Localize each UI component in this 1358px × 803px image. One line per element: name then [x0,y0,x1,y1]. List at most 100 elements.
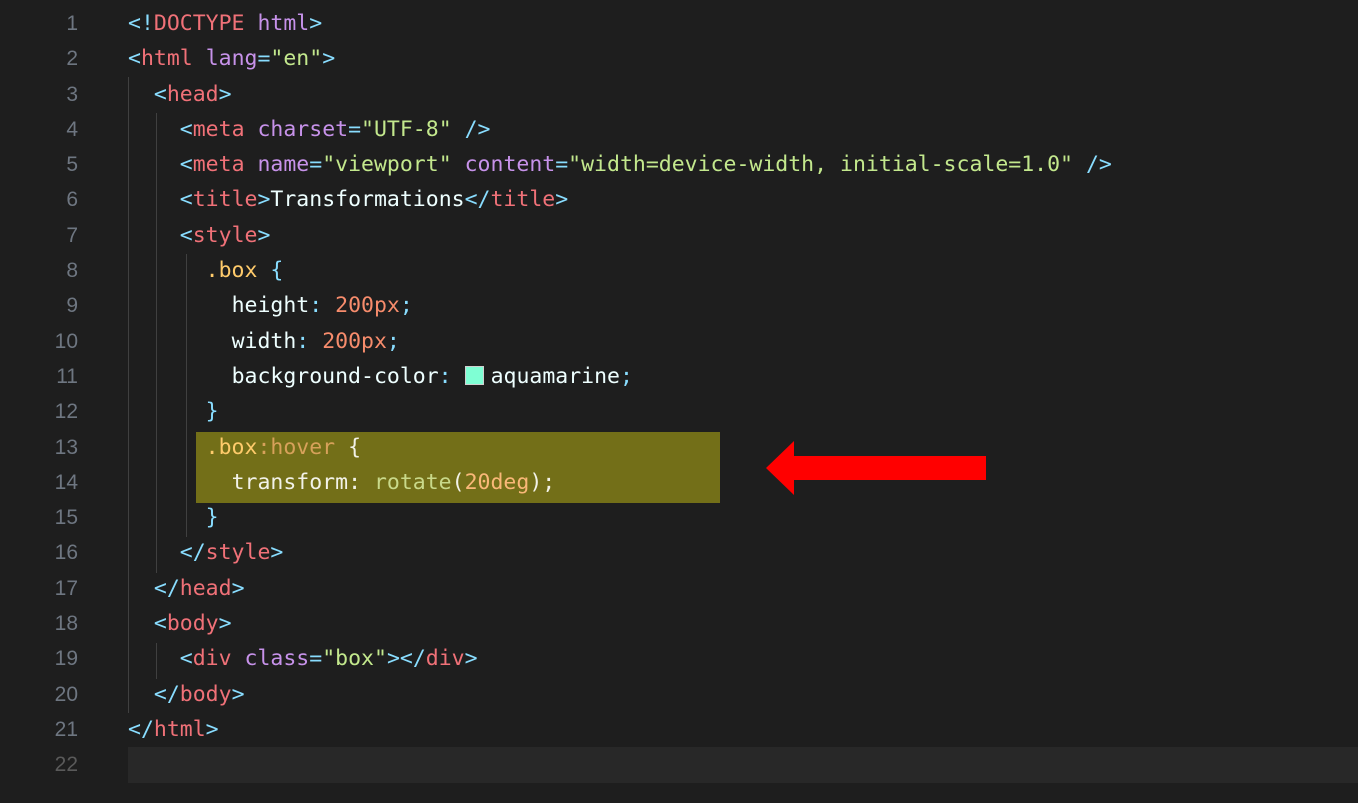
token: div [425,646,465,672]
line-number: 9 [66,294,78,318]
token: body [166,611,219,637]
token: "width=device-width, initial-scale=1.0" [568,152,1073,178]
token: html [140,46,193,72]
token: ) [529,469,543,495]
line-number: 14 [54,470,78,494]
token: "box" [322,646,387,672]
code-line: width: 200px; [128,324,1358,359]
code-line: .box { [128,253,1358,288]
line-number: 18 [54,612,78,636]
token: : [348,469,374,495]
token: meta [192,152,245,178]
token: head [179,575,232,601]
token: <! [128,11,154,36]
line-number: 10 [54,329,78,353]
token: > [386,646,400,672]
token: title [192,187,258,213]
token: = [555,152,569,178]
token: class [244,646,310,672]
code-editor[interactable]: 1 2 3 4 5 6 7 8 9 10 11 12 13 14 15 16 1… [0,0,1358,803]
line-number: 22 [54,753,78,777]
token: } [205,505,219,531]
code-line: <meta charset="UTF-8" /> [128,112,1358,147]
token: title [490,187,556,213]
token: height [231,293,310,319]
token: ( [451,469,465,495]
token: </ [153,681,180,707]
code-area[interactable]: <!DOCTYPE html> <html lang="en"> <head> … [128,6,1358,783]
line-number: 5 [66,153,78,177]
token: .box [205,258,258,284]
code-line: .box:hover { [128,430,1358,465]
line-number: 3 [66,82,78,106]
token: > [309,11,323,36]
line-number: 2 [66,47,78,71]
token: > [257,187,271,213]
token: : [296,328,323,354]
token: body [179,681,232,707]
token: = [348,116,362,142]
line-number: 13 [54,435,78,459]
token: lang [205,46,258,72]
token: < [179,116,193,142]
token: html [257,11,310,36]
code-line: background-color: aquamarine; [128,359,1358,394]
token: div [192,646,232,672]
token: > [257,222,271,248]
code-line: height: 200px; [128,288,1358,323]
token: "en" [270,46,323,72]
line-number: 15 [54,506,78,530]
line-number: 1 [66,12,78,35]
token: < [179,646,193,672]
token: = [309,646,323,672]
line-number: 17 [54,576,78,600]
line-number: 7 [66,223,78,247]
token: 20deg [464,469,530,495]
line-number: 8 [66,259,78,283]
line-number: 19 [54,647,78,671]
token: content [464,152,556,178]
token: style [192,222,258,248]
token: </ [153,575,180,601]
token: ; [386,328,400,354]
line-number: 16 [54,541,78,565]
current-line[interactable] [128,747,1358,783]
line-number: 21 [54,717,78,741]
token: </ [128,716,154,742]
token: head [166,81,219,107]
code-line: transform: rotate(20deg); [128,465,1358,500]
token: ; [620,363,633,389]
code-line: </head> [128,571,1358,606]
line-number: 11 [56,364,78,388]
line-number: 20 [54,682,78,706]
token: aquamarine [490,363,621,389]
token: 200px [322,328,387,354]
token: meta [192,116,245,142]
token: html [153,716,206,742]
token: > [205,716,219,742]
token: Transformations [270,187,465,213]
token: ; [399,293,413,319]
token: < [128,46,141,72]
token: } [205,399,219,425]
token: { [257,258,284,284]
token: = [309,152,323,178]
line-number: 4 [66,117,78,141]
code-line: <div class="box"></div> [128,641,1358,676]
token: > [464,646,478,672]
token: </ [464,187,491,213]
line-number-gutter: 1 2 3 4 5 6 7 8 9 10 11 12 13 14 15 16 1… [0,6,100,783]
token: ; [542,469,556,495]
token: /> [451,116,491,142]
color-swatch-icon[interactable] [464,365,484,385]
token: > [322,46,336,72]
token: > [555,187,569,213]
token: style [205,540,271,566]
token: "viewport" [322,152,452,178]
token: /> [1073,152,1112,178]
line-number: 6 [66,188,78,212]
token: < [179,222,193,248]
token: : [309,293,336,319]
token: </ [399,646,426,672]
token: > [270,540,284,566]
